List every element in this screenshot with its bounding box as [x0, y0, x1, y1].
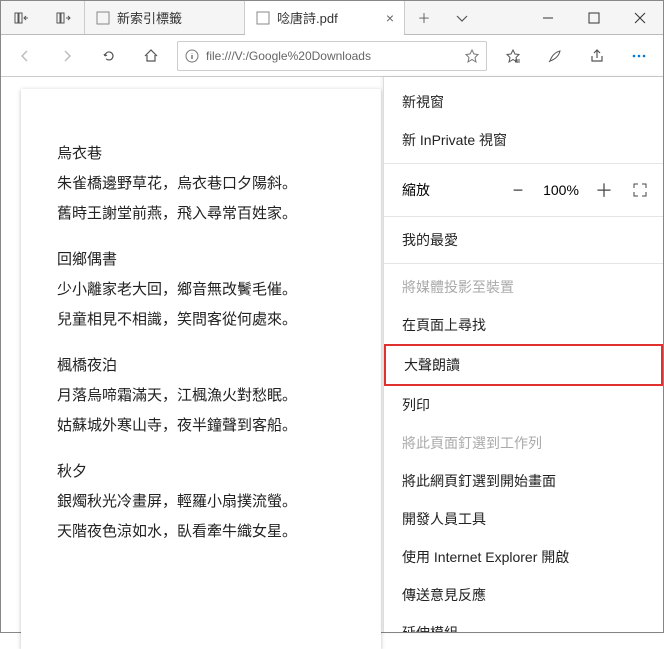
- refresh-icon: [101, 48, 117, 64]
- close-icon: [632, 10, 648, 26]
- pen-icon: [547, 48, 563, 64]
- fullscreen-button[interactable]: [623, 174, 657, 206]
- menu-pin-taskbar: 將此頁面釘選到工作列: [384, 424, 663, 462]
- set-aside-icon: [14, 10, 30, 26]
- poem-line: 朱雀橋邊野草花，烏衣巷口夕陽斜。: [57, 169, 345, 199]
- menu-pin-start[interactable]: 將此網頁釘選到開始畫面: [384, 462, 663, 500]
- share-button[interactable]: [577, 36, 617, 76]
- menu-separator: [384, 216, 663, 217]
- zoom-out-button[interactable]: −: [501, 174, 535, 206]
- menu-feedback[interactable]: 傳送意見反應: [384, 576, 663, 614]
- share-icon: [589, 48, 605, 64]
- back-button[interactable]: [5, 36, 45, 76]
- zoom-label: 縮放: [402, 180, 499, 200]
- zoom-in-button[interactable]: ＋: [587, 174, 621, 206]
- address-bar[interactable]: file:///V:/Google%20Downloads: [177, 41, 487, 71]
- poem-line: 姑蘇城外寒山寺，夜半鐘聲到客船。: [57, 411, 345, 441]
- menu-new-window[interactable]: 新視窗: [384, 83, 663, 121]
- forward-arrow-icon: [59, 48, 75, 64]
- poem-line: 銀燭秋光冷畫屏，輕羅小扇撲流螢。: [57, 487, 345, 517]
- maximize-button[interactable]: [571, 1, 617, 34]
- menu-separator: [384, 263, 663, 264]
- tab-overflow-button[interactable]: [443, 1, 481, 34]
- show-aside-tabs-button[interactable]: [43, 1, 85, 34]
- content-area: 烏衣巷 朱雀橋邊野草花，烏衣巷口夕陽斜。 舊時王謝堂前燕，飛入尋常百姓家。 回鄉…: [1, 77, 663, 632]
- menu-separator: [384, 163, 663, 164]
- zoom-value: 100%: [537, 182, 585, 198]
- tab-label: 唸唐詩.pdf: [277, 8, 380, 27]
- home-icon: [143, 48, 159, 64]
- url-text: file:///V:/Google%20Downloads: [206, 49, 458, 63]
- poem-title: 楓橋夜泊: [57, 351, 345, 381]
- poem-line: 舊時王謝堂前燕，飛入尋常百姓家。: [57, 199, 345, 229]
- poem-line: 少小離家老大回，鄉音無改鬢毛催。: [57, 275, 345, 305]
- menu-extensions[interactable]: 延伸模組: [384, 614, 663, 632]
- menu-favorites[interactable]: 我的最愛: [384, 221, 663, 259]
- fullscreen-icon: [632, 182, 648, 198]
- more-menu: 新視窗 新 InPrivate 視窗 縮放 − 100% ＋ 我的最愛 將媒體投…: [383, 77, 663, 632]
- menu-open-ie[interactable]: 使用 Internet Explorer 開啟: [384, 538, 663, 576]
- menu-print[interactable]: 列印: [384, 386, 663, 424]
- forward-button[interactable]: [47, 36, 87, 76]
- tabs-list-icon: [56, 10, 72, 26]
- tab-label: 新索引標籤: [117, 8, 234, 27]
- minimize-button[interactable]: [525, 1, 571, 34]
- new-tab-button[interactable]: ＋: [405, 1, 443, 34]
- tab-bar: 新索引標籤 唸唐詩.pdf × ＋: [1, 1, 663, 35]
- favorites-button[interactable]: [493, 36, 533, 76]
- poem-line: 天階夜色涼如水，臥看牽牛織女星。: [57, 517, 345, 547]
- info-icon: [184, 48, 200, 64]
- back-arrow-icon: [17, 48, 33, 64]
- star-outline-icon[interactable]: [464, 48, 480, 64]
- menu-devtools[interactable]: 開發人員工具: [384, 500, 663, 538]
- poem-title: 回鄉偶書: [57, 245, 345, 275]
- tab-pdf[interactable]: 唸唐詩.pdf ×: [245, 1, 405, 34]
- menu-new-inprivate[interactable]: 新 InPrivate 視窗: [384, 121, 663, 159]
- star-list-icon: [505, 48, 521, 64]
- more-menu-button[interactable]: [619, 36, 659, 76]
- menu-zoom-row: 縮放 − 100% ＋: [384, 168, 663, 212]
- minimize-icon: [540, 10, 556, 26]
- chevron-down-icon: [454, 10, 470, 26]
- more-dots-icon: [631, 48, 647, 64]
- toolbar: file:///V:/Google%20Downloads: [1, 35, 663, 77]
- page-icon: [95, 10, 111, 26]
- close-tab-button[interactable]: ×: [386, 10, 394, 26]
- home-button[interactable]: [131, 36, 171, 76]
- maximize-icon: [586, 10, 602, 26]
- close-window-button[interactable]: [617, 1, 663, 34]
- pdf-page: 烏衣巷 朱雀橋邊野草花，烏衣巷口夕陽斜。 舊時王謝堂前燕，飛入尋常百姓家。 回鄉…: [21, 89, 381, 649]
- notes-button[interactable]: [535, 36, 575, 76]
- poem-title: 秋夕: [57, 457, 345, 487]
- menu-cast: 將媒體投影至裝置: [384, 268, 663, 306]
- menu-read-aloud[interactable]: 大聲朗讀: [384, 344, 663, 386]
- menu-find[interactable]: 在頁面上尋找: [384, 306, 663, 344]
- tab-new-index[interactable]: 新索引標籤: [85, 1, 245, 34]
- page-icon: [255, 10, 271, 26]
- poem-line: 兒童相見不相識，笑問客從何處來。: [57, 305, 345, 335]
- refresh-button[interactable]: [89, 36, 129, 76]
- poem-line: 月落烏啼霜滿天，江楓漁火對愁眠。: [57, 381, 345, 411]
- poem-title: 烏衣巷: [57, 139, 345, 169]
- set-aside-tabs-button[interactable]: [1, 1, 43, 34]
